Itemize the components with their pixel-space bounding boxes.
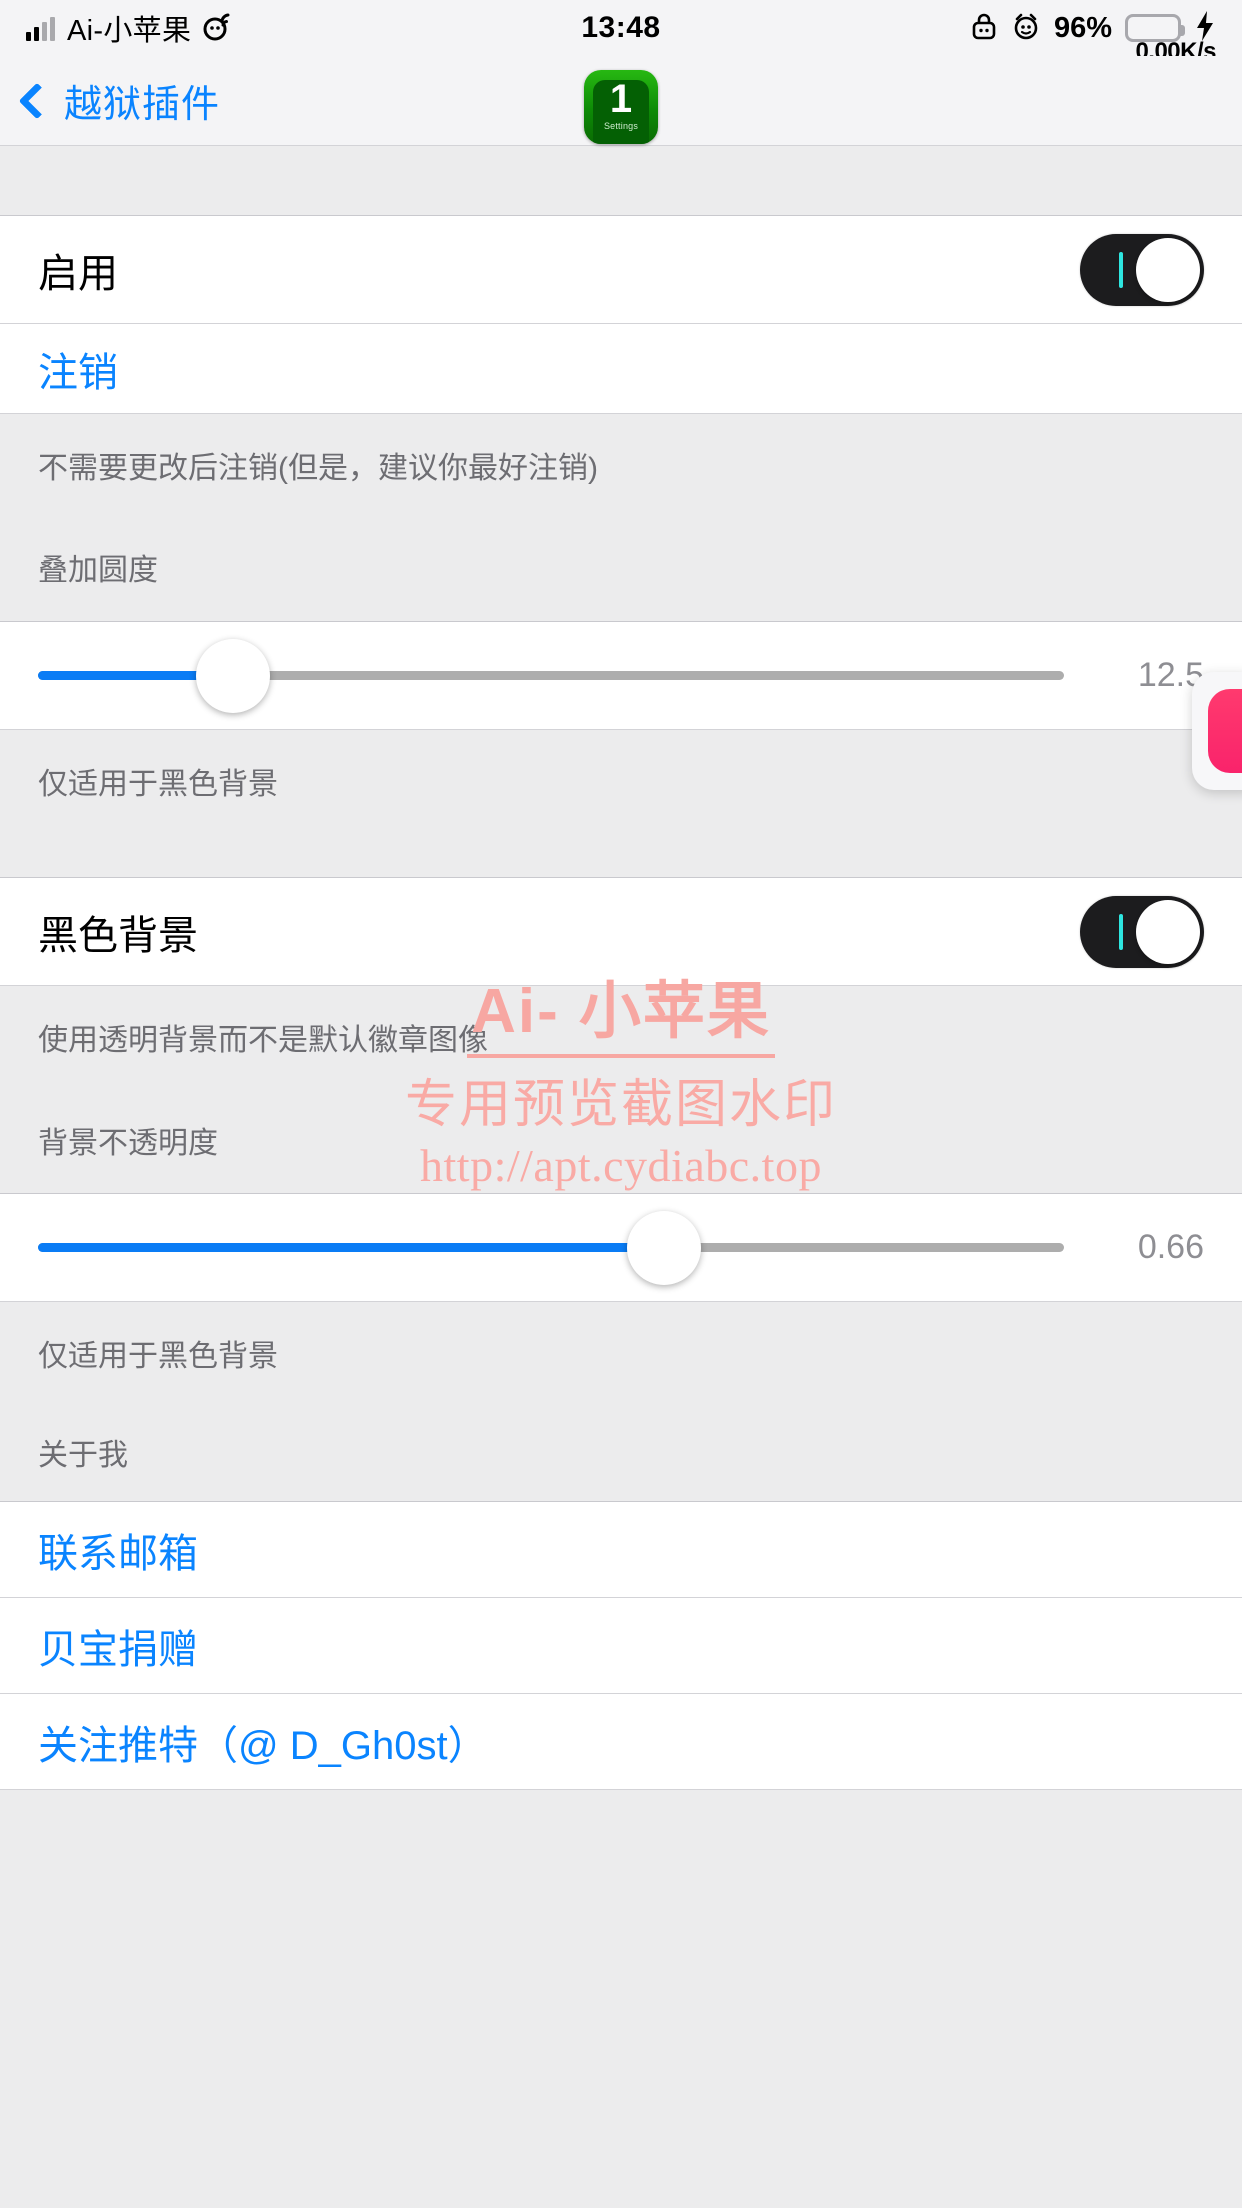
row-contact-email-label: 联系邮箱 [38, 1531, 198, 1576]
slider-fill [38, 1243, 664, 1252]
header-about-text: 关于我 [38, 1438, 128, 1472]
row-paypal-donate[interactable]: 贝宝捐赠 [0, 1598, 1242, 1694]
row-logout-label: 注销 [38, 350, 118, 395]
group-spacer-1 [0, 828, 1242, 878]
battery-percent-label: 96% [1053, 11, 1112, 44]
toggle-tick-icon [1119, 913, 1123, 950]
footer-corner-radius-text: 仅适用于黑色背景 [38, 768, 278, 801]
row-black-background-label: 黑色背景 [38, 913, 198, 958]
back-button[interactable]: 越狱插件 [18, 73, 221, 128]
corner-radius-value: 12.5 [1137, 656, 1204, 694]
app-icon-number: 1 [609, 77, 633, 121]
row-logout[interactable]: 注销 [0, 324, 1242, 414]
header-opacity: 背景不透明度 [0, 1086, 1242, 1194]
battery-icon [1125, 14, 1185, 42]
header-about: 关于我 [0, 1402, 1242, 1502]
row-follow-twitter-label: 关注推特（@ D_Gh0st） [38, 1723, 488, 1768]
slider-thumb[interactable] [626, 1210, 701, 1285]
floating-widget[interactable] [1192, 672, 1242, 790]
footer-black-background: 使用透明背景而不是默认徽章图像 [0, 986, 1242, 1086]
toggle-knob [1136, 237, 1200, 302]
status-bar-right: 96% [970, 10, 1216, 47]
footer-logout: 不需要更改后注销(但是，建议你最好注销) [0, 414, 1242, 512]
enable-toggle[interactable] [1080, 233, 1204, 306]
slider-track [38, 1243, 1064, 1252]
status-bar: Ai-小苹果 13:48 96% 0.00K/s [0, 0, 1242, 65]
black-background-toggle[interactable] [1080, 895, 1204, 968]
header-corner-radius-text: 叠加圆度 [38, 553, 158, 587]
navigation-bar: 越狱插件 1 Settings [0, 56, 1242, 146]
lightning-bolt-icon [1194, 10, 1216, 47]
row-enable-label: 启用 [38, 251, 118, 296]
alarm-clock-icon [1011, 11, 1041, 46]
footer-opacity: 仅适用于黑色背景 [0, 1302, 1242, 1402]
opacity-value: 0.66 [1137, 1228, 1204, 1266]
group-spacer-top [0, 146, 1242, 216]
footer-black-background-text: 使用透明背景而不是默认徽章图像 [38, 1024, 488, 1057]
row-corner-radius-slider[interactable]: 12.5 [0, 622, 1242, 730]
footer-opacity-text: 仅适用于黑色背景 [38, 1340, 278, 1373]
back-button-label: 越狱插件 [64, 84, 221, 126]
row-black-background[interactable]: 黑色背景 [0, 878, 1242, 986]
app-icon-caption: Settings [603, 121, 639, 131]
row-follow-twitter[interactable]: 关注推特（@ D_Gh0st） [0, 1694, 1242, 1790]
header-corner-radius: 叠加圆度 [0, 512, 1242, 622]
rotation-lock-icon [970, 11, 998, 46]
row-opacity-slider[interactable]: 0.66 [0, 1194, 1242, 1302]
slider-track [38, 671, 1064, 680]
row-enable[interactable]: 启用 [0, 216, 1242, 324]
screen: Ai-小苹果 13:48 96% 0.00K/s 越狱插件 1 Settings… [0, 0, 1242, 2208]
header-opacity-text: 背景不透明度 [38, 1126, 218, 1160]
floating-widget-pill [1208, 689, 1242, 773]
toggle-knob [1136, 899, 1200, 964]
footer-logout-text: 不需要更改后注销(但是，建议你最好注销) [38, 452, 598, 485]
app-icon-badge: 1 Settings [584, 70, 658, 144]
slider-thumb[interactable] [195, 638, 270, 713]
row-contact-email[interactable]: 联系邮箱 [0, 1502, 1242, 1598]
opacity-slider[interactable] [38, 1194, 1064, 1301]
chevron-left-icon [18, 82, 56, 119]
footer-corner-radius: 仅适用于黑色背景 [0, 730, 1242, 828]
corner-radius-slider[interactable] [38, 622, 1064, 729]
row-paypal-donate-label: 贝宝捐赠 [38, 1627, 198, 1672]
toggle-tick-icon [1119, 251, 1123, 288]
